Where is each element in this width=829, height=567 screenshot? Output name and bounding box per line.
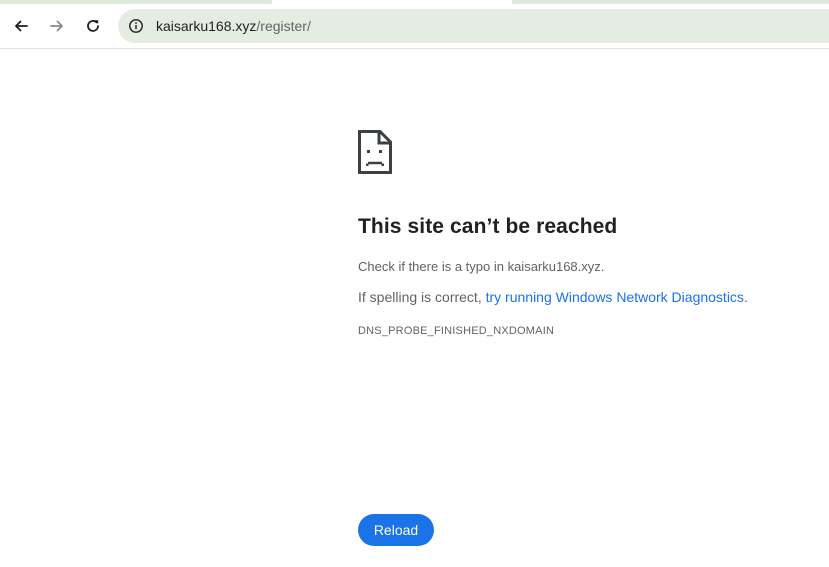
back-button[interactable] — [6, 11, 36, 41]
sad-document-icon — [358, 130, 392, 174]
error-content: This site can’t be reached Check if ther… — [358, 130, 798, 337]
error-code: DNS_PROBE_FINISHED_NXDOMAIN — [358, 325, 555, 337]
url-path: /register/ — [256, 18, 311, 34]
spelling-suggestion: If spelling is correct, try running Wind… — [358, 289, 798, 305]
url-host: kaisarku168.xyz — [156, 18, 257, 34]
address-bar[interactable]: kaisarku168.xyz/register/ — [118, 9, 829, 43]
reload-button[interactable]: Reload — [358, 514, 434, 546]
error-title: This site can’t be reached — [358, 215, 618, 238]
forward-arrow-icon — [50, 20, 63, 32]
info-icon — [129, 19, 143, 33]
reload-page-button[interactable] — [78, 11, 108, 41]
forward-button[interactable] — [42, 11, 72, 41]
url-text[interactable]: kaisarku168.xyz/register/ — [156, 18, 311, 34]
typo-suggestion: Check if there is a typo in kaisarku168.… — [358, 259, 605, 274]
site-info-button[interactable] — [124, 14, 148, 38]
back-arrow-icon — [15, 20, 28, 32]
reload-icon — [87, 20, 99, 32]
network-diagnostics-link[interactable]: try running Windows Network Diagnostics — [486, 289, 744, 305]
browser-toolbar: kaisarku168.xyz/register/ — [0, 4, 829, 49]
spelling-prefix: If spelling is correct, — [358, 289, 486, 305]
spelling-suffix: . — [743, 289, 748, 305]
